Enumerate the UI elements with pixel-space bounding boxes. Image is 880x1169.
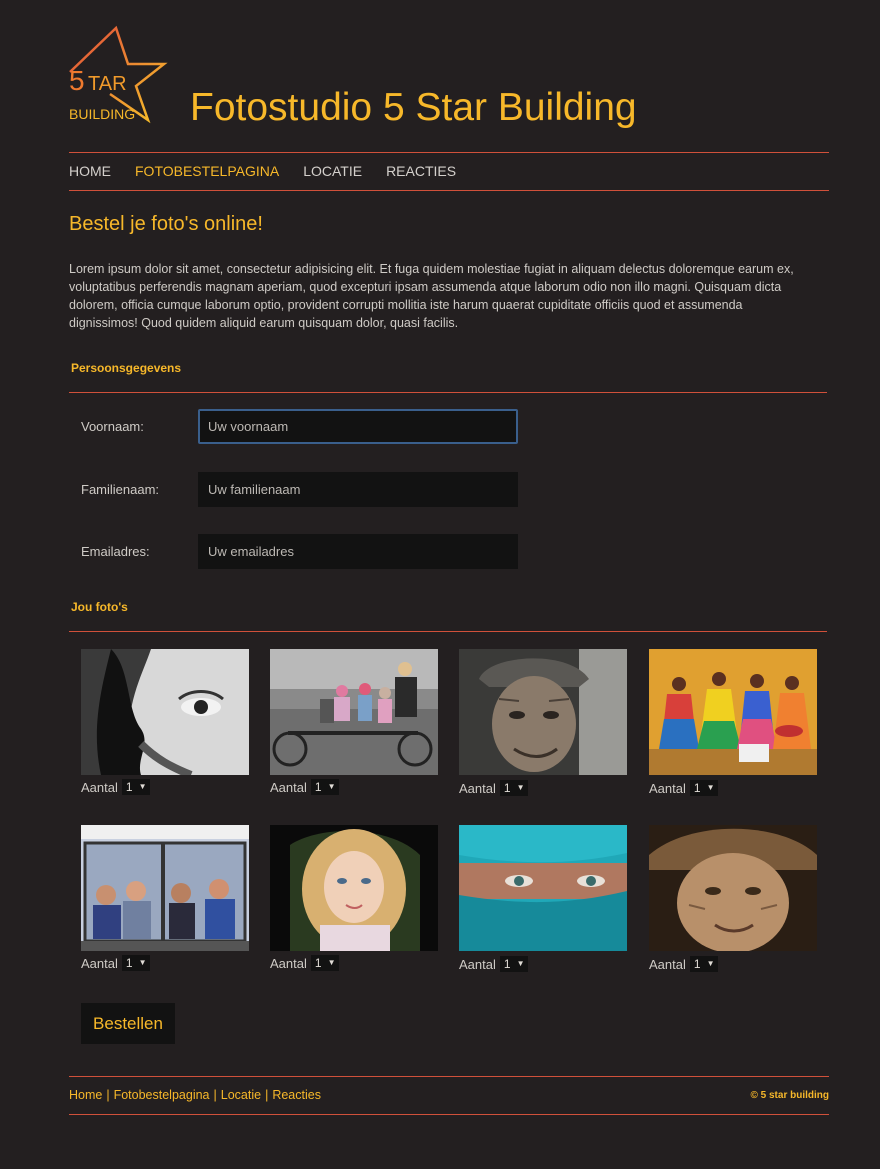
firstname-label: Voornaam: <box>81 419 144 434</box>
email-label: Emailadres: <box>81 544 150 559</box>
nav-item-fotobestelpagina[interactable]: FOTOBESTELPAGINA <box>135 162 279 180</box>
intro-text: Lorem ipsum dolor sit amet, consectetur … <box>69 262 794 330</box>
footer-link-fotobestelpagina[interactable]: Fotobestelpagina <box>114 1088 210 1102</box>
dropdown-arrow-icon: ▼ <box>138 958 147 967</box>
photo-old-man <box>459 649 627 775</box>
footer-link-home[interactable]: Home <box>69 1088 102 1102</box>
footer-nav: Home | Fotobestelpagina | Locatie | Reacties <box>69 1088 321 1102</box>
quantity-value: 1 <box>125 780 133 794</box>
quantity-select[interactable]: 1 ▼ <box>121 955 151 971</box>
photo-woman-eye <box>81 649 249 775</box>
quantity-select[interactable]: 1 ▼ <box>310 955 340 971</box>
photo-curly-girl <box>270 825 438 951</box>
footer-bottom-rule <box>69 1114 829 1115</box>
copyright-text: © 5 star building <box>750 1090 830 1101</box>
nav-bottom-rule <box>69 190 829 191</box>
order-button[interactable]: Bestellen <box>81 1003 175 1044</box>
photo-old-woman <box>649 825 817 951</box>
section-title-persoonsgegevens: Persoonsgegevens <box>71 361 182 375</box>
quantity-label: Aantal <box>270 955 307 971</box>
footer-separator: | <box>265 1088 269 1102</box>
quantity-control: Aantal 1 ▼ <box>270 779 340 795</box>
nav-item-locatie[interactable]: LOCATIE <box>303 162 362 180</box>
site-logo[interactable]: 5 TAR BUILDING <box>66 24 168 124</box>
dropdown-arrow-icon: ▼ <box>327 782 336 791</box>
lastname-label: Familienaam: <box>81 482 160 497</box>
quantity-control: Aantal 1 ▼ <box>459 780 529 796</box>
dropdown-arrow-icon: ▼ <box>706 959 715 968</box>
footer-link-reacties[interactable]: Reacties <box>272 1088 321 1102</box>
section-title-photos: Jou foto's <box>71 600 128 614</box>
quantity-value: 1 <box>693 957 701 971</box>
quantity-value: 1 <box>314 780 322 794</box>
quantity-label: Aantal <box>649 780 686 796</box>
email-input[interactable] <box>198 534 518 569</box>
quantity-control: Aantal 1 ▼ <box>270 955 340 971</box>
nav-top-rule <box>69 152 829 153</box>
footer-top-rule <box>69 1076 829 1077</box>
firstname-input[interactable] <box>198 409 518 444</box>
footer-link-locatie[interactable]: Locatie <box>221 1088 261 1102</box>
footer-separator: | <box>213 1088 217 1102</box>
quantity-label: Aantal <box>81 779 118 795</box>
photo-family-bike <box>270 649 438 775</box>
page-heading: Bestel je foto's online! <box>69 213 263 235</box>
svg-text:5: 5 <box>69 65 85 96</box>
quantity-value: 1 <box>125 956 133 970</box>
site-title: Fotostudio 5 Star Building <box>190 86 637 129</box>
quantity-value: 1 <box>693 781 701 795</box>
dropdown-arrow-icon: ▼ <box>516 959 525 968</box>
quantity-select[interactable]: 1 ▼ <box>689 956 719 972</box>
nav-item-reacties[interactable]: REACTIES <box>386 162 456 180</box>
dropdown-arrow-icon: ▼ <box>516 783 525 792</box>
section-rule <box>69 392 827 393</box>
svg-text:TAR: TAR <box>88 73 127 95</box>
quantity-control: Aantal 1 ▼ <box>649 956 719 972</box>
photo-bus-people <box>81 825 249 951</box>
quantity-control: Aantal 1 ▼ <box>81 779 151 795</box>
lastname-input[interactable] <box>198 472 518 507</box>
photo-turquoise-veil <box>459 825 627 951</box>
footer-separator: | <box>106 1088 110 1102</box>
quantity-value: 1 <box>503 957 511 971</box>
quantity-label: Aantal <box>649 956 686 972</box>
quantity-value: 1 <box>314 956 322 970</box>
quantity-label: Aantal <box>459 780 496 796</box>
quantity-label: Aantal <box>270 779 307 795</box>
photo-colorful-women <box>649 649 817 775</box>
quantity-value: 1 <box>503 781 511 795</box>
quantity-select[interactable]: 1 ▼ <box>121 779 151 795</box>
quantity-control: Aantal 1 ▼ <box>649 780 719 796</box>
section-rule <box>69 631 827 632</box>
dropdown-arrow-icon: ▼ <box>706 783 715 792</box>
quantity-select[interactable]: 1 ▼ <box>689 780 719 796</box>
quantity-label: Aantal <box>459 956 496 972</box>
quantity-select[interactable]: 1 ▼ <box>499 780 529 796</box>
dropdown-arrow-icon: ▼ <box>327 958 336 967</box>
quantity-select[interactable]: 1 ▼ <box>499 956 529 972</box>
main-nav: HOME FOTOBESTELPAGINA LOCATIE REACTIES <box>69 162 480 180</box>
quantity-control: Aantal 1 ▼ <box>459 956 529 972</box>
quantity-control: Aantal 1 ▼ <box>81 955 151 971</box>
nav-item-home[interactable]: HOME <box>69 162 111 180</box>
quantity-label: Aantal <box>81 955 118 971</box>
svg-text:BUILDING: BUILDING <box>69 106 135 122</box>
quantity-select[interactable]: 1 ▼ <box>310 779 340 795</box>
dropdown-arrow-icon: ▼ <box>138 782 147 791</box>
